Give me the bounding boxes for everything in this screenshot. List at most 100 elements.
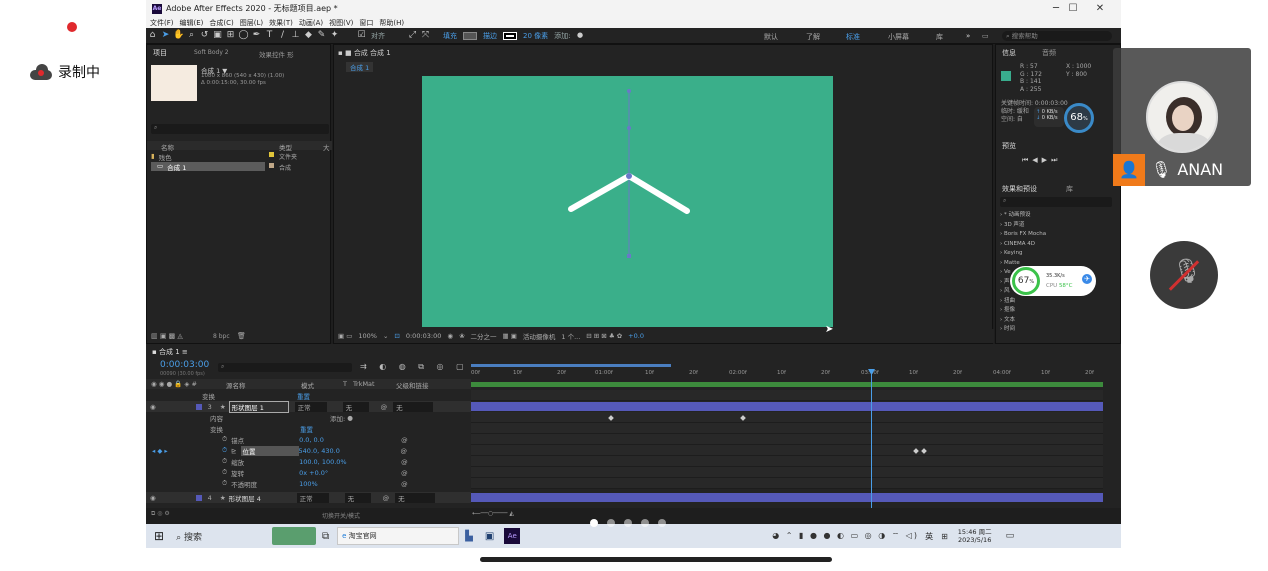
effect-item[interactable]: › Keying xyxy=(1000,249,1046,259)
video-tile[interactable]: 👤 🎙 ANAN xyxy=(1113,48,1251,186)
playhead[interactable] xyxy=(871,369,872,519)
stopwatch-icon[interactable]: ⏱ xyxy=(222,479,227,488)
prop-scale[interactable]: ⏱ 缩放 100.0, 100.0% @ xyxy=(146,456,471,467)
parent-select[interactable]: 无 xyxy=(393,401,434,412)
shape-tool-icon[interactable]: ◯ xyxy=(238,30,249,41)
softbody-tab[interactable]: Soft Body 2 xyxy=(194,49,229,56)
viewer-tab[interactable]: ▪ ■ 合成 合成 1 xyxy=(338,48,391,58)
menu-view[interactable]: 视图(V) xyxy=(329,18,353,28)
add-icon[interactable]: ● xyxy=(347,414,353,422)
notification-icon[interactable]: ▭ xyxy=(1006,531,1015,541)
layer-row-contents[interactable]: 内容 添加: ● xyxy=(146,412,471,423)
windows-start-icon[interactable]: ⊞ xyxy=(154,529,164,543)
camera-select[interactable]: 活动摄像机 xyxy=(523,331,556,341)
zoom-tool-icon[interactable]: ⌕ xyxy=(186,30,197,41)
col-parent[interactable]: 父级和链接 xyxy=(396,380,429,390)
hand-tool-icon[interactable]: ✋ xyxy=(173,30,184,41)
project-tab[interactable]: 项目 xyxy=(153,49,167,57)
preview-tab[interactable]: 预览 xyxy=(1002,141,1016,151)
clone-tool-icon[interactable]: ⊥ xyxy=(290,30,301,41)
parent-select[interactable]: 无 xyxy=(395,492,436,503)
maximize-button[interactable]: ☐ xyxy=(1060,0,1086,17)
view-options-icon[interactable]: ▣ ▭ xyxy=(338,332,352,340)
stopwatch-icon[interactable]: ⏱ xyxy=(222,457,227,466)
info-tab[interactable]: 信息 xyxy=(1002,48,1016,58)
col-size[interactable]: 大 xyxy=(323,142,330,152)
position-keyframe[interactable] xyxy=(913,448,919,454)
zoom-slider[interactable]: ⟵──○──── ◭ xyxy=(472,510,514,517)
type-tool-icon[interactable]: T xyxy=(264,30,275,41)
menu-window[interactable]: 窗口 xyxy=(359,18,373,28)
toggle-icons[interactable]: ⊟ ⊞ ⊠ ♣ ✿ xyxy=(586,332,622,340)
col-t[interactable]: T xyxy=(343,380,347,388)
effect-item[interactable]: › 扭曲 xyxy=(1000,297,1046,307)
pickwhip-icon[interactable]: @ xyxy=(381,403,388,411)
camera-tool-icon[interactable]: ▣ xyxy=(212,30,223,41)
add-icon[interactable]: ● xyxy=(575,30,586,41)
after-effects-taskbar-icon[interactable]: Ae xyxy=(504,528,521,544)
layer-row-shape-1[interactable]: ◉ 3 ★ 形状图层 1 正常 无 @ 无 xyxy=(146,400,471,413)
col-layer-name[interactable]: 源名称 xyxy=(226,380,246,390)
comp-canvas[interactable] xyxy=(422,76,833,327)
effects-presets-tab[interactable]: 效果和预设 xyxy=(1002,184,1037,194)
puppet-tool-icon[interactable]: ✦ xyxy=(329,30,340,41)
timeline-tab[interactable]: ▪ 合成 1 ≡ xyxy=(152,347,188,357)
effect-controls-tab[interactable]: 效果控件 形 xyxy=(259,49,294,59)
effect-item[interactable]: › Boris FX Mocha xyxy=(1000,230,1046,240)
rocket-icon[interactable]: ✈ xyxy=(1082,274,1092,284)
keyframe-dot[interactable] xyxy=(608,415,614,421)
time-ruler[interactable]: 00f 10f 20f 01:00f 10f 20f 02:00f 10f 20… xyxy=(471,364,1103,389)
channels-icon[interactable]: ❀ xyxy=(459,332,464,340)
app-icon-2[interactable]: ▣ xyxy=(485,531,494,542)
stopwatch-icon[interactable]: ⏱ xyxy=(222,435,227,444)
snap-options-icon[interactable]: ⤧ xyxy=(420,30,431,41)
visibility-icon[interactable]: ◉ xyxy=(150,494,156,502)
mute-button[interactable]: 🎙 xyxy=(1150,241,1218,309)
stroke-label[interactable]: 描边 xyxy=(483,31,497,41)
zoom-select[interactable]: 100% xyxy=(358,332,377,340)
workspace-overflow-icon[interactable]: » xyxy=(966,32,970,40)
mode-select[interactable]: 正常 xyxy=(294,401,327,412)
trkmat-select[interactable]: 无 xyxy=(342,401,369,412)
trkmat-select[interactable]: 无 xyxy=(344,492,371,503)
clock[interactable]: 15:46 周二 2023/5/16 xyxy=(958,528,992,544)
bpc-label[interactable]: 8 bpc xyxy=(213,333,230,340)
library-tab[interactable]: 库 xyxy=(1066,184,1073,194)
effect-item[interactable]: › * 动画预设 xyxy=(1000,211,1046,221)
layer-row-transform-top[interactable]: 变换 重置 xyxy=(146,390,471,401)
menu-composition[interactable]: 合成(C) xyxy=(209,18,233,28)
workspace-default[interactable]: 默认 xyxy=(764,32,778,42)
stroke-swatch[interactable] xyxy=(503,31,517,40)
menu-effect[interactable]: 效果(T) xyxy=(269,18,293,28)
tray-icons[interactable]: ◕ ⌃ ▮ ● ● ◐ ▭ ◎ ◑ ⌔ ◁) xyxy=(772,531,919,541)
timeline-switches-icon[interactable]: ⇉ ◐ ◍ ⧉ ◎ ▢ xyxy=(360,362,469,372)
resolution-select[interactable]: 二分之一 xyxy=(471,331,497,341)
app-icon-1[interactable]: ▙ xyxy=(465,531,473,542)
project-search-input[interactable]: ⌕ xyxy=(151,124,329,134)
tray-app-icon[interactable]: ⊞ xyxy=(941,532,948,541)
visibility-icon[interactable]: ◉ xyxy=(150,403,156,411)
project-item-folder[interactable]: ▮ 残色 xyxy=(151,152,172,162)
zoom-chevron-icon[interactable]: ⌄ xyxy=(383,332,388,340)
fill-swatch[interactable] xyxy=(463,31,477,40)
effect-item[interactable]: › 3D 声道 xyxy=(1000,221,1046,231)
effect-item[interactable]: › 文本 xyxy=(1000,316,1046,326)
snapshot-icon[interactable]: ◉ xyxy=(447,332,453,340)
link-icon[interactable]: @ xyxy=(401,436,408,444)
rotate-tool-icon[interactable]: ↺ xyxy=(199,30,210,41)
stroke-size[interactable]: 20 像素 xyxy=(523,31,548,41)
col-type[interactable]: 类型 xyxy=(279,142,292,152)
pen-tool-icon[interactable]: ✒ xyxy=(251,30,262,41)
effects-search-input[interactable]: ⌕ xyxy=(1000,197,1112,207)
toggle-switches-modes[interactable]: 切换开关/模式 xyxy=(322,511,360,520)
prop-anchor[interactable]: ⏱ 锚点 0.0, 0.0 @ xyxy=(146,434,471,445)
playback-controls-icon[interactable]: ⏮◀▶⏭ xyxy=(1022,156,1061,165)
project-item-comp[interactable]: ▭ 合成 1 xyxy=(151,162,265,172)
layer-row-shape-4[interactable]: ◉ 4 ★ 形状图层 4 正常 无 @ 无 xyxy=(146,492,471,503)
work-area-bar[interactable] xyxy=(471,364,671,367)
exposure-offset[interactable]: +0.0 xyxy=(628,332,644,340)
mode-select[interactable]: 正常 xyxy=(296,492,329,503)
views-select[interactable]: 1 个... xyxy=(561,331,580,341)
fill-label[interactable]: 填充 xyxy=(443,31,457,41)
region-icon[interactable]: ⊡ xyxy=(394,332,399,340)
